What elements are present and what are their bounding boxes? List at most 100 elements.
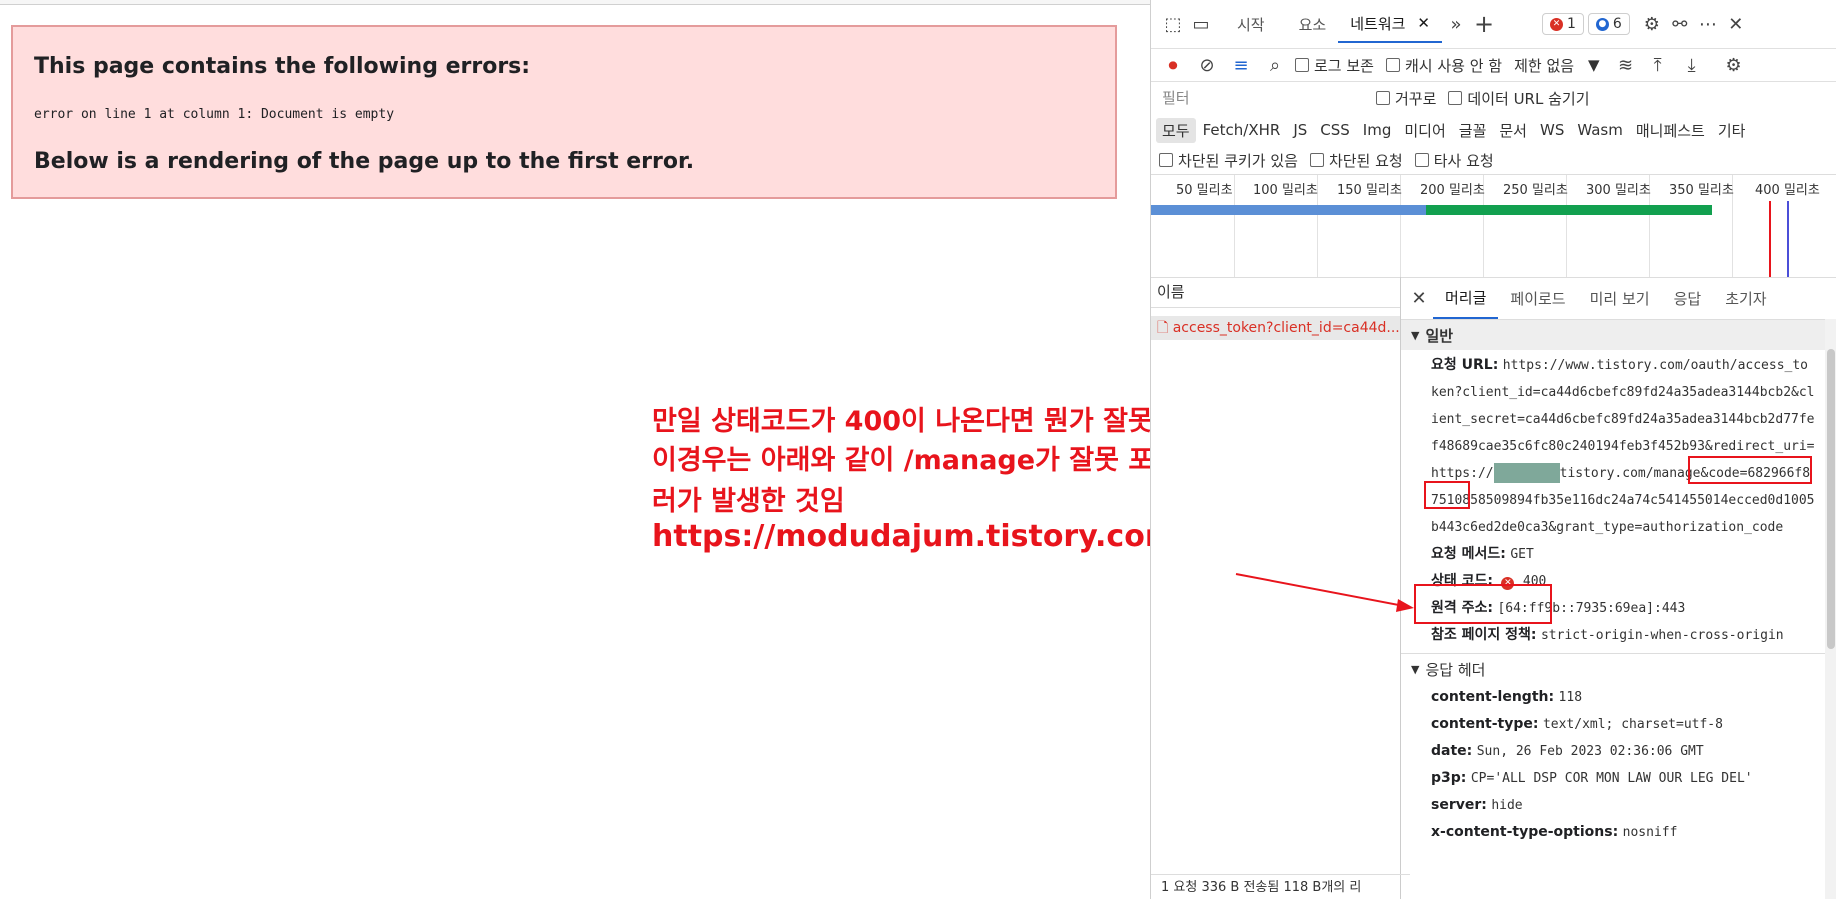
network-settings-icon[interactable]: ⚙: [1720, 51, 1748, 79]
type-doc[interactable]: 문서: [1493, 118, 1533, 143]
response-header-row: x-content-type-options: nosniff: [1401, 819, 1836, 846]
tab-network[interactable]: 네트워크 ✕: [1338, 5, 1442, 43]
document-icon: 🗋: [1157, 320, 1173, 336]
load-event-line: [1769, 201, 1771, 277]
type-font[interactable]: 글꼴: [1453, 118, 1493, 143]
clear-icon[interactable]: ⊘: [1193, 51, 1221, 79]
name-column-header[interactable]: 이름: [1151, 277, 1400, 308]
request-name: access_token?client_id=ca44d...: [1172, 320, 1400, 336]
timeline-tick: 400 밀리초: [1755, 183, 1820, 198]
invert-checkbox[interactable]: 거꾸로: [1376, 88, 1436, 109]
hide-data-urls-checkbox[interactable]: 데이터 URL 숨기기: [1448, 88, 1590, 109]
export-har-icon[interactable]: ⤓: [1678, 51, 1706, 79]
more-tabs-icon[interactable]: »: [1442, 10, 1470, 38]
blocked-cookies-label: 차단된 쿠키가 있음: [1178, 151, 1298, 170]
error-footer: Below is a rendering of the page up to t…: [34, 149, 695, 174]
inspect-element-icon[interactable]: ⬚: [1159, 10, 1187, 38]
settings-icon[interactable]: ⚙: [1638, 10, 1666, 38]
tab-headers[interactable]: 머리글: [1433, 277, 1499, 319]
tab-preview[interactable]: 미리 보기: [1578, 277, 1662, 319]
type-ws[interactable]: WS: [1534, 119, 1570, 141]
error-count-badge[interactable]: ✕ 1: [1542, 13, 1584, 35]
tab-initiator[interactable]: 초기자: [1713, 277, 1778, 319]
blocked-filters-row: 차단된 쿠키가 있음 차단된 요청 타사 요청: [1151, 146, 1836, 174]
timeline-gridline: [1234, 175, 1235, 277]
detail-scrollbar[interactable]: [1825, 319, 1836, 899]
blocked-requests-checkbox[interactable]: 차단된 요청: [1309, 150, 1403, 171]
message-count-badge[interactable]: ● 6: [1587, 13, 1630, 35]
highlight-manage-part-2: [1424, 481, 1470, 509]
disable-cache-checkbox[interactable]: 캐시 사용 안 함: [1385, 55, 1503, 76]
header-value: 118: [1558, 690, 1583, 705]
more-options-icon[interactable]: ⋯: [1694, 10, 1722, 38]
request-list: 이름 🗋 access_token?client_id=ca44d... 1 요…: [1151, 277, 1410, 899]
timeline-tick: 250 밀리초: [1503, 183, 1568, 198]
blocked-requests-label: 차단된 요청: [1328, 151, 1403, 170]
close-detail-icon[interactable]: ✕: [1405, 284, 1433, 312]
scrollbar-thumb[interactable]: [1827, 349, 1835, 649]
add-tab-icon[interactable]: +: [1470, 10, 1498, 38]
header-value: hide: [1491, 798, 1523, 813]
tab-payload[interactable]: 페이로드: [1498, 277, 1577, 319]
detail-tabbar: ✕ 머리글 페이로드 미리 보기 응답 초기자: [1401, 277, 1836, 320]
error-count: 1: [1567, 16, 1576, 32]
request-url-label: 요청 URL:: [1431, 357, 1499, 373]
people-icon[interactable]: ⚯: [1666, 10, 1694, 38]
checkbox-box: [1385, 58, 1400, 72]
checkbox-box: [1376, 91, 1390, 105]
header-key: server:: [1431, 797, 1487, 813]
header-value: nosniff: [1622, 825, 1678, 840]
dom-content-loaded-line: [1787, 201, 1789, 277]
blocked-cookies-checkbox[interactable]: 차단된 쿠키가 있음: [1159, 150, 1298, 171]
preserve-log-checkbox[interactable]: 로그 보존: [1295, 55, 1374, 76]
referrer-policy-label: 참조 페이지 정책:: [1431, 627, 1537, 643]
response-header-row: date: Sun, 26 Feb 2023 02:36:06 GMT: [1401, 738, 1836, 765]
general-section-header[interactable]: ▼ 일반: [1401, 320, 1836, 350]
close-tab-icon[interactable]: ✕: [1417, 14, 1430, 32]
type-js[interactable]: JS: [1287, 119, 1313, 141]
device-toolbar-icon[interactable]: ▭: [1187, 10, 1215, 38]
disable-cache-label: 캐시 사용 안 함: [1404, 56, 1503, 75]
header-value: text/xml; charset=utf-8: [1542, 717, 1723, 732]
type-wasm[interactable]: Wasm: [1571, 119, 1629, 141]
close-devtools-icon[interactable]: ✕: [1722, 10, 1750, 38]
type-fetch-xhr[interactable]: Fetch/XHR: [1197, 119, 1287, 141]
chevron-down-icon: ▼: [1588, 56, 1600, 74]
general-title: 일반: [1425, 326, 1454, 345]
annotation-line-1: 만일 상태코드가 400이 나온다면 뭔가 잘못한 거임: [652, 406, 1237, 437]
checkbox-box: [1159, 153, 1173, 167]
response-headers-section-header[interactable]: ▼ 응답 헤더: [1401, 653, 1836, 684]
header-key: content-length:: [1431, 689, 1555, 705]
tab-elements[interactable]: 요소: [1287, 5, 1339, 43]
response-header-row: server: hide: [1401, 792, 1836, 819]
type-css[interactable]: CSS: [1314, 119, 1356, 141]
filter-input[interactable]: 필터: [1157, 87, 1362, 109]
type-other[interactable]: 기타: [1712, 118, 1752, 143]
timeline-tick: 200 밀리초: [1420, 183, 1485, 198]
highlight-status-code: [1414, 584, 1552, 624]
tab-welcome[interactable]: 시작: [1225, 5, 1277, 43]
request-row[interactable]: 🗋 access_token?client_id=ca44d...: [1151, 316, 1400, 340]
xml-parse-error-box: This page contains the following errors:…: [11, 25, 1117, 199]
type-all[interactable]: 모두: [1156, 117, 1196, 143]
timeline-tick: 50 밀리초: [1176, 183, 1233, 198]
header-value: Sun, 26 Feb 2023 02:36:06 GMT: [1476, 744, 1704, 759]
header-value: CP='ALL DSP COR MON LAW OUR LEG DEL': [1470, 771, 1753, 786]
search-icon[interactable]: ⌕: [1261, 51, 1289, 79]
type-media[interactable]: 미디어: [1398, 118, 1451, 143]
import-har-icon[interactable]: ⤒: [1644, 51, 1672, 79]
type-manifest[interactable]: 매니페스트: [1630, 118, 1711, 143]
resource-type-filters: 모두 Fetch/XHR JS CSS Img 미디어 글꼴 문서 WS Was…: [1151, 116, 1836, 144]
filter-icon[interactable]: ≡: [1227, 51, 1255, 79]
throttle-select[interactable]: 제한 없음 ▼: [1514, 55, 1600, 76]
tab-response[interactable]: 응답: [1662, 277, 1714, 319]
network-overview-timeline[interactable]: 50 밀리초 100 밀리초 150 밀리초 200 밀리초 250 밀리초 3…: [1151, 174, 1836, 278]
request-method-row: 요청 메서드: GET: [1401, 541, 1836, 568]
filter-row: 필터 거꾸로 데이터 URL 숨기기: [1151, 84, 1836, 112]
network-conditions-icon[interactable]: ≋: [1612, 51, 1640, 79]
type-img[interactable]: Img: [1357, 119, 1398, 141]
record-stop-icon[interactable]: ⏺: [1159, 51, 1187, 79]
request-method-value: GET: [1510, 547, 1534, 562]
third-party-checkbox[interactable]: 타사 요청: [1414, 150, 1494, 171]
devtools-tabbar: ⬚ ▭ 시작 요소 네트워크 ✕ » + ✕ 1 ● 6 ⚙ ⚯ ⋯ ✕: [1151, 5, 1836, 43]
